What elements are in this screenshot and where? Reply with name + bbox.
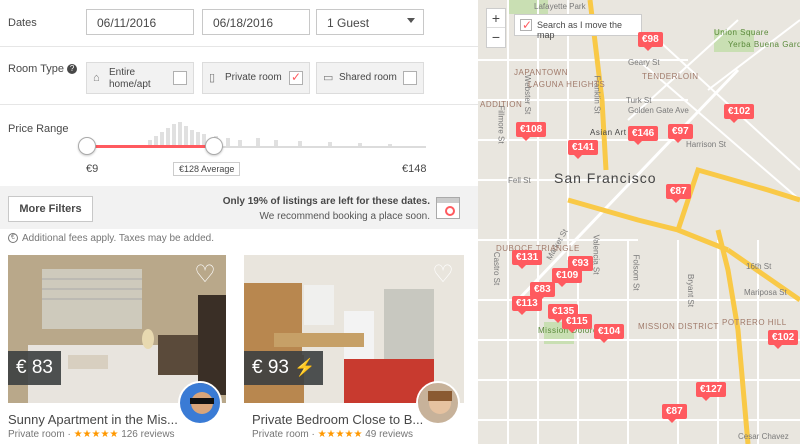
city-label: San Francisco bbox=[554, 170, 657, 186]
price-average-label: €128 Average bbox=[173, 162, 241, 176]
room-type-entire-label: Entire home/apt bbox=[109, 67, 151, 90]
price-pin[interactable]: €87 bbox=[662, 404, 687, 423]
neighborhood-label: Union Square bbox=[714, 28, 769, 37]
price-pin[interactable]: €87 bbox=[666, 184, 691, 203]
search-as-move-checkbox[interactable] bbox=[520, 18, 532, 32]
calendar-icon bbox=[436, 197, 460, 219]
zoom-controls: + − bbox=[486, 8, 506, 48]
listing-price: € 83 bbox=[8, 351, 61, 385]
price-track-selected bbox=[86, 145, 214, 148]
street-label: Fell St bbox=[508, 176, 531, 185]
search-filters-panel: Dates 06/11/2016 06/18/2016 1 Guest Room… bbox=[0, 0, 478, 444]
heart-icon[interactable]: ♡ bbox=[430, 263, 456, 289]
street-label: Mariposa St bbox=[744, 288, 787, 297]
guests-value: 1 Guest bbox=[327, 16, 370, 30]
shared-checkbox[interactable] bbox=[403, 71, 417, 85]
neighborhood-label: LAGUNA HEIGHTS bbox=[528, 80, 606, 89]
street-label: Turk St bbox=[626, 96, 652, 105]
avatar[interactable] bbox=[178, 381, 222, 425]
street-label: Harrison St bbox=[686, 140, 727, 149]
street-label: Castro St bbox=[492, 251, 502, 286]
street-label: 16th St bbox=[746, 262, 772, 271]
price-pin[interactable]: €98 bbox=[638, 32, 663, 51]
room-type-shared-label: Shared room bbox=[339, 72, 397, 83]
price-histogram bbox=[148, 118, 428, 146]
entire-checkbox[interactable] bbox=[173, 71, 187, 85]
price-pin[interactable]: €108 bbox=[516, 122, 547, 141]
price-pin[interactable]: €104 bbox=[594, 324, 625, 343]
neighborhood-label: Yerba Buena Gardens bbox=[728, 40, 800, 49]
help-icon[interactable]: ? bbox=[67, 64, 78, 75]
neighborhood-label: TENDERLOIN bbox=[642, 72, 699, 81]
listing-title[interactable]: Private Bedroom Close to B... bbox=[252, 412, 423, 427]
sofa-icon: ▭ bbox=[323, 72, 334, 84]
instant-book-icon: ⚡ bbox=[294, 358, 316, 377]
price-pin[interactable]: €146 bbox=[628, 126, 659, 145]
divider bbox=[0, 46, 478, 47]
price-pin[interactable]: €102 bbox=[724, 104, 755, 123]
listing-meta: Private room · ★★★★★ 49 reviews bbox=[252, 429, 413, 440]
dates-label: Dates bbox=[8, 17, 37, 29]
guests-select[interactable]: 1 Guest bbox=[316, 9, 424, 35]
map[interactable]: Lafayette Park Geary St Turk St Golden G… bbox=[478, 0, 800, 444]
street-label: Geary St bbox=[628, 58, 660, 67]
neighborhood-label: ADDITION bbox=[480, 100, 523, 109]
room-type-private-label: Private room bbox=[225, 72, 282, 83]
street-label: Fillmore St bbox=[496, 105, 506, 144]
street-label: Bryant St bbox=[685, 274, 695, 307]
street-label: Lafayette Park bbox=[534, 2, 586, 11]
room-type-shared[interactable]: ▭ Shared room bbox=[316, 62, 424, 94]
heart-icon[interactable]: ♡ bbox=[192, 263, 218, 289]
info-icon: € bbox=[8, 233, 18, 243]
zoom-in-button[interactable]: + bbox=[487, 9, 505, 28]
listing-title[interactable]: Sunny Apartment in the Mis... bbox=[8, 412, 178, 427]
room-type-label: Room Type ? bbox=[8, 63, 78, 75]
door-icon: ▯ bbox=[209, 72, 216, 84]
listing-photo[interactable]: € 93 ⚡ ♡ bbox=[244, 255, 464, 403]
scarcity-subtitle: We recommend booking a place soon. bbox=[259, 211, 430, 222]
price-pin[interactable]: €131 bbox=[512, 250, 543, 269]
zoom-out-button[interactable]: − bbox=[487, 28, 505, 47]
price-pin[interactable]: €113 bbox=[512, 296, 542, 315]
scarcity-title: Only 19% of listings are left for these … bbox=[222, 196, 430, 207]
street-label: Cesar Chavez bbox=[738, 432, 789, 441]
price-pin[interactable]: €109 bbox=[552, 268, 583, 287]
neighborhood-label: POTRERO HILL bbox=[722, 318, 787, 327]
search-as-move-toggle[interactable]: Search as I move the map bbox=[514, 14, 642, 40]
private-checkbox[interactable] bbox=[289, 70, 303, 85]
checkout-field[interactable]: 06/18/2016 bbox=[202, 9, 310, 35]
home-icon: ⌂ bbox=[93, 72, 100, 84]
chevron-down-icon bbox=[407, 18, 415, 23]
price-pin[interactable]: €97 bbox=[668, 124, 693, 143]
neighborhood-label: MISSION DISTRICT bbox=[638, 322, 719, 331]
more-filters-button[interactable]: More Filters bbox=[8, 196, 93, 222]
price-max-label: €148 bbox=[402, 163, 427, 175]
fees-note: Additional fees apply. Taxes may be adde… bbox=[22, 233, 214, 244]
street-label: Folsom St bbox=[631, 254, 641, 291]
divider bbox=[0, 104, 478, 105]
street-label: Valencia St bbox=[591, 234, 601, 275]
listing-price: € 93 ⚡ bbox=[244, 351, 324, 385]
price-min-handle[interactable] bbox=[78, 137, 96, 155]
price-pin[interactable]: €83 bbox=[530, 282, 555, 301]
price-max-handle[interactable] bbox=[205, 137, 223, 155]
room-type-private[interactable]: ▯ Private room bbox=[202, 62, 310, 94]
neighborhood-label: JAPANTOWN bbox=[514, 68, 568, 77]
street-label: Golden Gate Ave bbox=[628, 106, 689, 115]
price-pin[interactable]: €141 bbox=[568, 140, 599, 159]
price-pin[interactable]: €115 bbox=[562, 314, 592, 333]
price-pin[interactable]: €127 bbox=[696, 382, 727, 401]
checkin-field[interactable]: 06/11/2016 bbox=[86, 9, 194, 35]
price-pin[interactable]: €102 bbox=[768, 330, 799, 349]
listing-meta: Private room · ★★★★★ 126 reviews bbox=[8, 429, 175, 440]
price-min-label: €9 bbox=[86, 163, 99, 175]
room-type-entire[interactable]: ⌂ Entire home/apt bbox=[86, 62, 194, 94]
price-range-label: Price Range bbox=[8, 123, 69, 135]
